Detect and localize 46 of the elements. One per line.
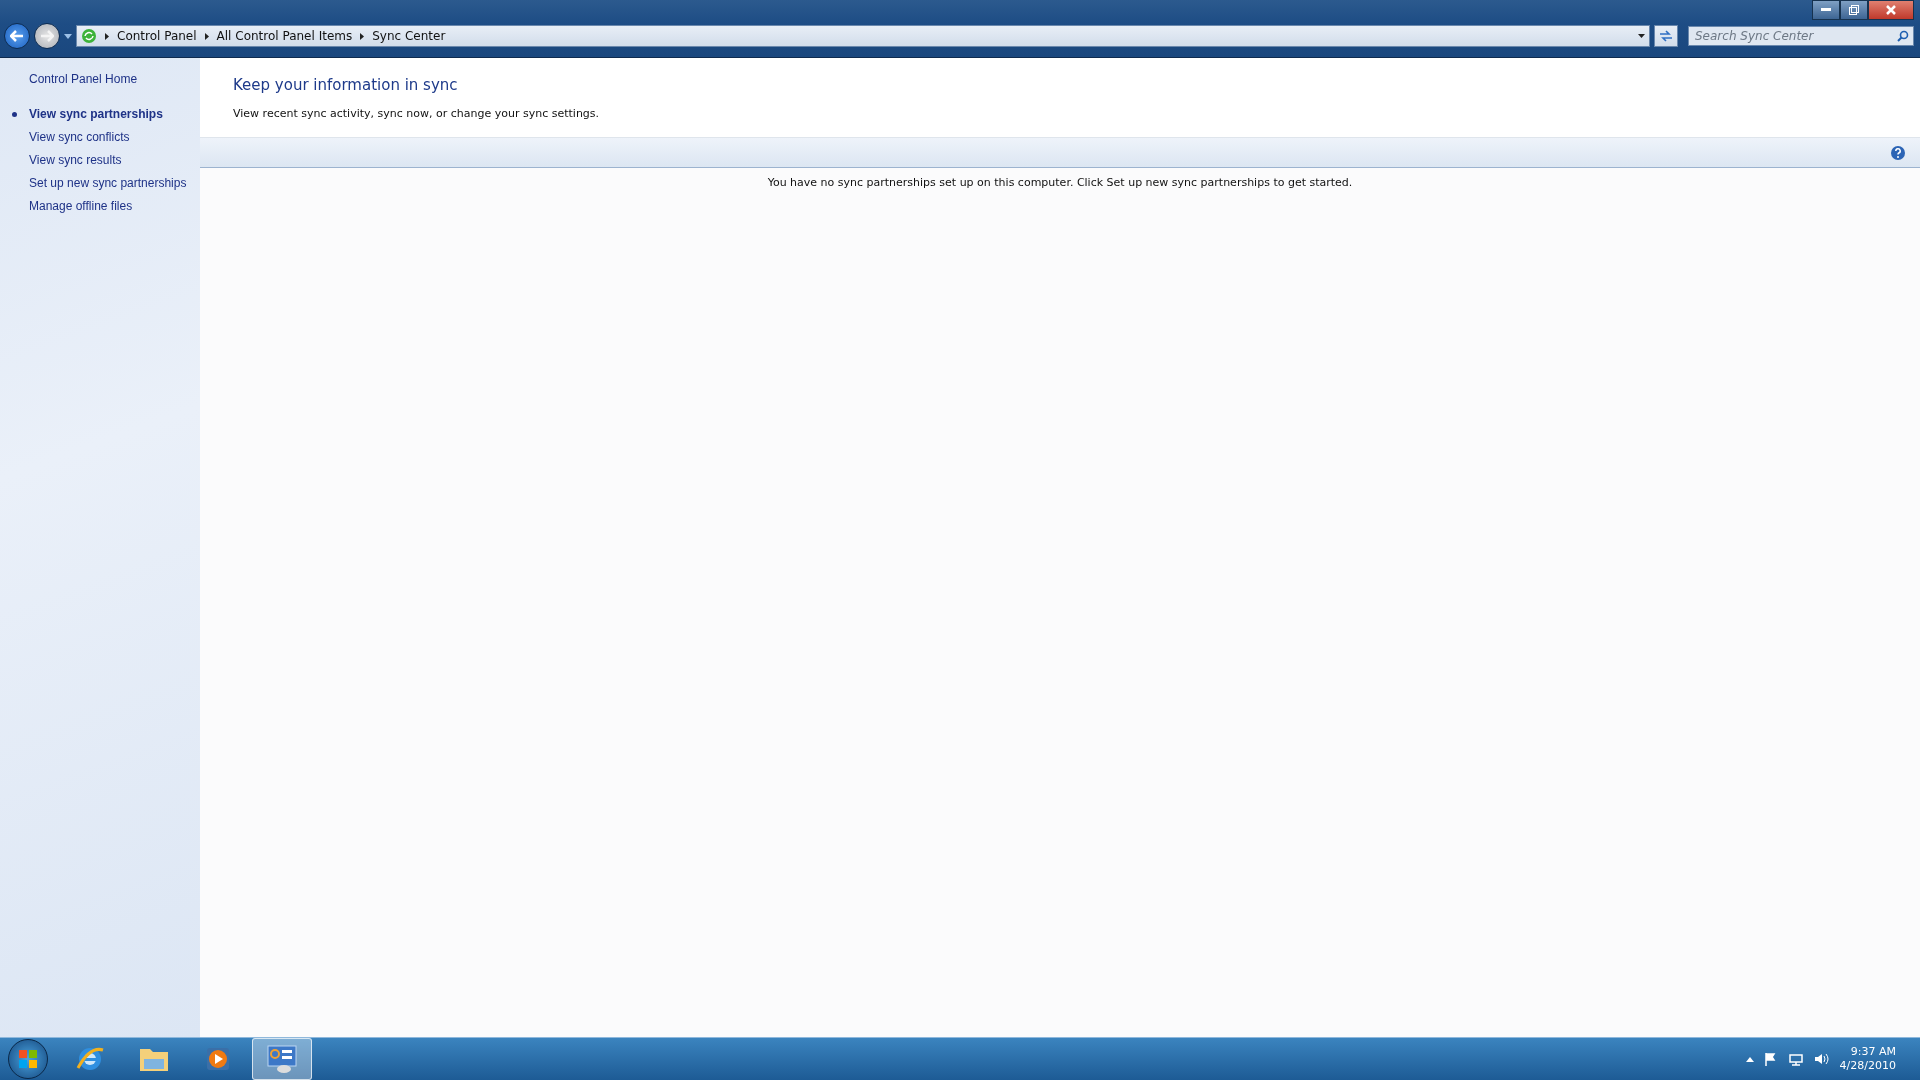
chevron-icon: [360, 32, 365, 40]
media-player-icon: [204, 1045, 232, 1073]
close-button[interactable]: [1868, 0, 1914, 20]
sidebar-link[interactable]: Manage offline files: [29, 195, 133, 218]
up-arrow-icon[interactable]: [1745, 1056, 1754, 1062]
search-icon[interactable]: [1897, 30, 1909, 42]
windows-logo-icon: [18, 1049, 38, 1069]
chevron-icon: [105, 32, 109, 40]
refresh-button[interactable]: [1654, 25, 1678, 47]
page-title: Keep your information in sync: [233, 76, 459, 94]
restore-button[interactable]: [1840, 0, 1868, 20]
sidebar-link[interactable]: Control Panel Home: [29, 68, 138, 91]
refresh-icon: [1659, 30, 1673, 42]
sync-icon: [81, 28, 97, 44]
page-description: View recent sync activity, sync now, or change your sync settings.: [233, 107, 601, 120]
restore-icon: [1849, 5, 1859, 15]
empty-message: You have no sync partnerships set up on this computer. Click Set up new sync partnerships to get started.: [766, 176, 1354, 189]
clock[interactable]: 9:37 AM 4/28/2010: [1839, 1045, 1896, 1073]
sidebar-link[interactable]: Set up new sync partnerships: [29, 172, 187, 195]
dropdown-caret-icon[interactable]: [1638, 34, 1645, 38]
close-icon: [1886, 5, 1896, 15]
back-button[interactable]: [4, 23, 30, 49]
sidebar-link[interactable]: View sync results: [29, 149, 122, 172]
search-field[interactable]: Search Sync Center: [1688, 26, 1914, 46]
sidebar-link[interactable]: View sync partnerships: [29, 103, 163, 126]
speaker-icon[interactable]: [1813, 1052, 1830, 1066]
breadcrumb[interactable]: Control Panel: [117, 29, 197, 43]
back-arrow-icon: [10, 30, 24, 42]
time-text: 9:37 AM: [1850, 1045, 1896, 1059]
date-text: 4/28/2010: [1839, 1059, 1896, 1073]
control-panel-icon: [266, 1044, 298, 1074]
chevron-icon: [204, 32, 209, 40]
breadcrumb[interactable]: Sync Center: [372, 29, 446, 43]
address-bar[interactable]: Control Panel All Control Panel Items Sync Center: [76, 25, 1650, 47]
breadcrumb[interactable]: All Control Panel Items: [216, 29, 353, 43]
flag-icon[interactable]: [1763, 1052, 1778, 1066]
minimize-icon: [1821, 8, 1831, 12]
forward-arrow-icon: [40, 30, 54, 42]
forward-button[interactable]: [34, 23, 60, 49]
bullet-icon: [12, 112, 17, 117]
start-button[interactable]: [8, 1039, 48, 1079]
taskbar-button[interactable]: [252, 1038, 312, 1080]
network-icon[interactable]: [1787, 1052, 1804, 1066]
minimize-button[interactable]: [1812, 0, 1840, 20]
sidebar-link[interactable]: View sync conflicts: [29, 126, 130, 149]
help-icon[interactable]: [1890, 144, 1906, 161]
